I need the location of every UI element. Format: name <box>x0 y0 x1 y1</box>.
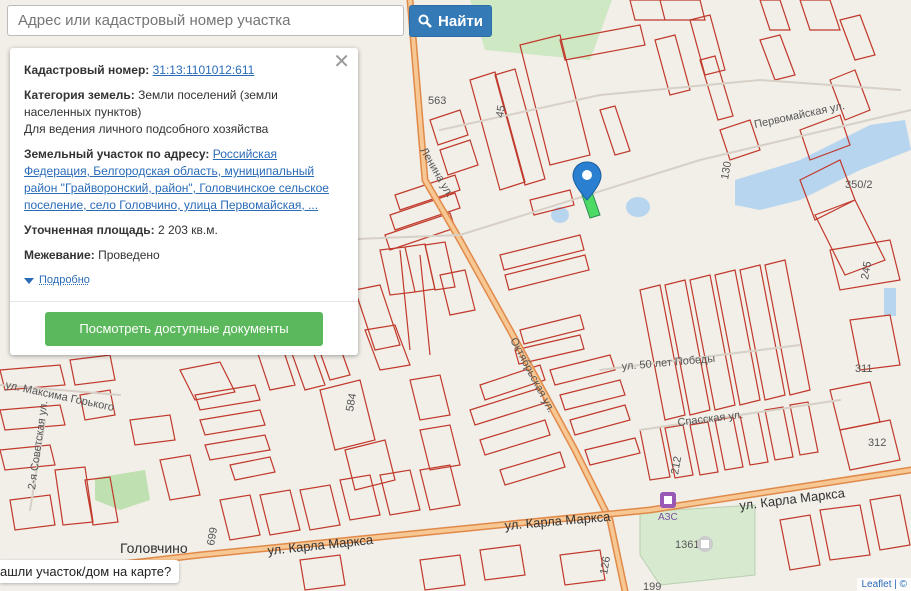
view-documents-button[interactable]: Посмотреть доступные документы <box>45 312 323 346</box>
map-attribution[interactable]: Leaflet | © <box>857 578 911 591</box>
address-label: Земельный участок по адресу: <box>24 147 210 161</box>
map-label-311: 311 <box>855 363 873 375</box>
pond <box>626 197 650 217</box>
pond <box>884 288 896 316</box>
search-button-label: Найти <box>438 12 483 30</box>
category-label: Категория земель: <box>24 88 135 102</box>
survey-label: Межевание: <box>24 248 95 262</box>
close-icon[interactable]: ✕ <box>333 52 350 72</box>
search-icon <box>418 14 432 28</box>
survey-value: Проведено <box>98 248 160 262</box>
details-toggle[interactable]: Подробно <box>24 272 344 289</box>
cadastral-row: Кадастровый номер: 31:13:1101012:611 <box>24 62 344 79</box>
parcel-info-panel: ✕ Кадастровый номер: 31:13:1101012:611 К… <box>10 48 358 355</box>
map-label-312: 312 <box>868 437 886 449</box>
address-row: Земельный участок по адресу: Российская … <box>24 146 344 214</box>
category-row: Категория земель: Земли поселений (земли… <box>24 87 344 138</box>
map-label-golovchino: Головчино <box>120 540 188 556</box>
map-label-azs: АЗС <box>658 512 678 523</box>
cadastral-label: Кадастровый номер: <box>24 63 150 77</box>
area-value: 2 203 кв.м. <box>157 223 218 237</box>
map-label-199: 199 <box>643 581 661 591</box>
map-label-1361: 1361 <box>675 539 699 551</box>
poi-icon <box>697 536 713 552</box>
map-label-350-2: 350/2 <box>845 179 873 191</box>
search-button[interactable]: Найти <box>409 5 492 37</box>
usage-value: Для ведения личного подсобного хозяйства <box>24 122 269 136</box>
area-label: Уточненная площадь: <box>24 223 155 237</box>
pond <box>551 207 569 223</box>
search-input[interactable] <box>7 5 404 36</box>
found-parcel-prompt[interactable]: ашли участок/дом на карте? <box>0 560 180 583</box>
area-row: Уточненная площадь: 2 203 кв.м. <box>24 222 344 239</box>
cadastral-number-link[interactable]: 31:13:1101012:611 <box>153 63 255 77</box>
survey-row: Межевание: Проведено <box>24 247 344 264</box>
triangle-down-icon <box>24 277 34 284</box>
map-label-45: 45 <box>494 104 508 118</box>
fuel-station-icon <box>660 492 676 508</box>
map-label-563: 563 <box>428 95 446 107</box>
divider <box>10 301 358 302</box>
details-label: Подробно <box>39 274 90 286</box>
